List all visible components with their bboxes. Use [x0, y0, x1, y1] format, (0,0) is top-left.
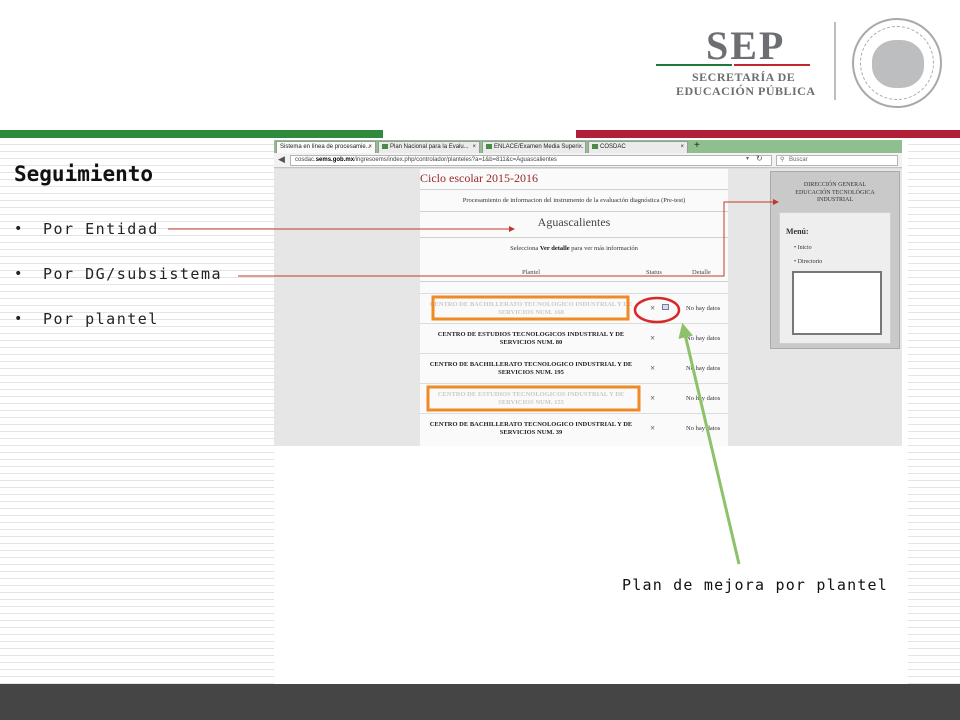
header-green-bar — [0, 130, 383, 138]
logo-subtitle-line1: SECRETARÍA DE — [692, 70, 796, 84]
table-row: CENTRO DE BACHILLERATO TECNOLOGICO INDUS… — [420, 413, 728, 443]
detalle-text: No hay datos — [686, 395, 721, 402]
detalle-text: No hay datos — [686, 365, 721, 372]
instructions-text: Selecciona Ver detalle para ver más info… — [510, 245, 638, 252]
bullet-label: Por DG/subsistema — [43, 265, 223, 283]
menu-title: Menú: — [786, 227, 809, 236]
detalle-text: No hay datos — [686, 425, 721, 432]
table-row: CENTRO DE ESTUDIOS TECNOLOGICOS INDUSTRI… — [420, 383, 728, 413]
table-row: CENTRO DE BACHILLERATO TECNOLOGICO INDUS… — [420, 293, 728, 323]
mexico-coat-of-arms-seal-icon — [852, 18, 942, 108]
bullet-label: Por plantel — [43, 310, 159, 328]
bullet-label: Por Entidad — [43, 220, 159, 238]
tab-close-icon[interactable]: × — [578, 142, 582, 153]
new-tab-button[interactable]: + — [694, 140, 700, 151]
divider — [420, 281, 728, 282]
column-header-status: Status — [646, 269, 662, 276]
plantel-name: CENTRO DE ESTUDIOS TECNOLOGICOS INDUSTRI… — [437, 391, 625, 406]
bullet-list: • Por Entidad • Por DG/subsistema • Por pla… — [14, 218, 222, 353]
browser-search-input[interactable]: ⚲ Buscar — [776, 155, 898, 166]
planteles-panel: Ciclo escolar 2015-2016 Procesamiento de… — [420, 169, 728, 446]
plantel-name: CENTRO DE BACHILLERATO TECNOLOGICO INDUS… — [429, 301, 633, 316]
embedded-browser-screenshot: Sistema en línea de procesamie... × Plan … — [274, 140, 902, 446]
logo-red-rule — [734, 64, 810, 66]
status-x-icon: × — [650, 423, 656, 433]
header-red-bar — [576, 130, 960, 138]
plantel-name: CENTRO DE ESTUDIOS TECNOLOGICOS INDUSTRI… — [437, 331, 625, 346]
estado-heading: Aguascalientes — [537, 215, 611, 229]
divider — [420, 237, 728, 238]
search-icon: ⚲ — [780, 157, 785, 163]
slide-header: SEP SECRETARÍA DE EDUCACIÓN PÚBLICA — [0, 0, 960, 128]
tab-enlace-examen[interactable]: ENLACE/Examen Media Superi... × — [482, 141, 586, 153]
plan-de-mejora-caption: Plan de mejora por plantel — [622, 576, 888, 594]
tab-plan-nacional[interactable]: Plan Nacional para la Evalu... × — [378, 141, 480, 153]
bullet-dot: • — [14, 266, 24, 282]
menu-item-directorio[interactable]: • Directorio — [794, 259, 822, 265]
browser-url-bar: ◀ cosdac.sems.gob.mx/ingresoems/index.ph… — [274, 153, 902, 168]
url-dropdown-icon[interactable]: ▾ — [746, 155, 749, 162]
tab-cosdac[interactable]: COSDAC × — [588, 141, 688, 153]
tab-close-icon[interactable]: × — [680, 142, 684, 153]
slide-title: Seguimiento — [14, 162, 154, 186]
status-x-icon: × — [650, 393, 656, 403]
status-x-icon: × — [650, 363, 656, 373]
menu-item-inicio[interactable]: • Inicio — [794, 245, 812, 251]
table-row: CENTRO DE BACHILLERATO TECNOLOGICO INDUS… — [420, 353, 728, 383]
table-row: CENTRO DE ESTUDIOS TECNOLOGICOS INDUSTRI… — [420, 323, 728, 353]
bullet-por-plantel: • Por plantel — [14, 308, 222, 353]
sidebar-menu-panel: Menú: • Inicio • Directorio — [779, 212, 891, 344]
plantel-name: CENTRO DE BACHILLERATO TECNOLOGICO INDUS… — [429, 421, 633, 436]
status-x-icon: × — [650, 303, 656, 313]
sidebar-image-box — [792, 271, 882, 335]
seal-eagle-shape — [872, 40, 924, 88]
plantel-name: CENTRO DE BACHILLERATO TECNOLOGICO INDUS… — [429, 361, 633, 376]
bullet-dot: • — [14, 221, 24, 237]
bullet-dot: • — [14, 311, 24, 327]
dgeti-sidebar: DIRECCIÓN GENERAL EDUCACIÓN TECNOLÓGICA IN… — [770, 171, 900, 349]
column-header-detalle: Detalle — [692, 269, 711, 276]
column-header-plantel: Plantel — [522, 269, 541, 276]
slide-content-area — [274, 446, 908, 684]
report-document-icon[interactable] — [662, 304, 669, 310]
status-x-icon: × — [650, 333, 656, 343]
logo-green-rule — [656, 64, 732, 66]
tab-sistema-en-linea[interactable]: Sistema en línea de procesamie... × — [276, 141, 376, 153]
back-arrow-icon[interactable]: ◀ — [278, 154, 285, 165]
detalle-text: No hay datos — [686, 305, 721, 312]
ciclo-escolar-heading: Ciclo escolar 2015-2016 — [420, 171, 538, 185]
url-input[interactable]: cosdac.sems.gob.mx/ingresoems/index.php/… — [290, 155, 772, 166]
right-striped-background — [908, 138, 960, 684]
slide-footer-bar — [0, 684, 960, 720]
reload-icon[interactable]: ↻ — [756, 154, 763, 163]
sidebar-heading: DIRECCIÓN GENERAL EDUCACIÓN TECNOLÓGICA IN… — [795, 182, 875, 203]
favicon-icon — [486, 143, 492, 149]
divider — [420, 189, 728, 190]
bullet-por-dg-subsistema: • Por DG/subsistema — [14, 263, 222, 308]
web-page-content: Ciclo escolar 2015-2016 Procesamiento de… — [274, 169, 902, 446]
tab-close-icon[interactable]: × — [368, 142, 372, 153]
logo-divider — [834, 22, 836, 100]
detalle-text: No hay datos — [686, 335, 721, 342]
procesamiento-subtitle: Procesamiento de informacion del instrum… — [462, 197, 686, 204]
bullet-por-entidad: • Por Entidad — [14, 218, 222, 263]
favicon-icon — [592, 143, 598, 149]
browser-tab-bar: Sistema en línea de procesamie... × Plan … — [274, 140, 902, 153]
logo-subtitle-line2: EDUCACIÓN PÚBLICA — [676, 84, 816, 98]
favicon-icon — [382, 143, 388, 149]
divider — [420, 211, 728, 212]
sep-logo-text: SEP — [706, 23, 786, 68]
tab-close-icon[interactable]: × — [472, 142, 476, 153]
